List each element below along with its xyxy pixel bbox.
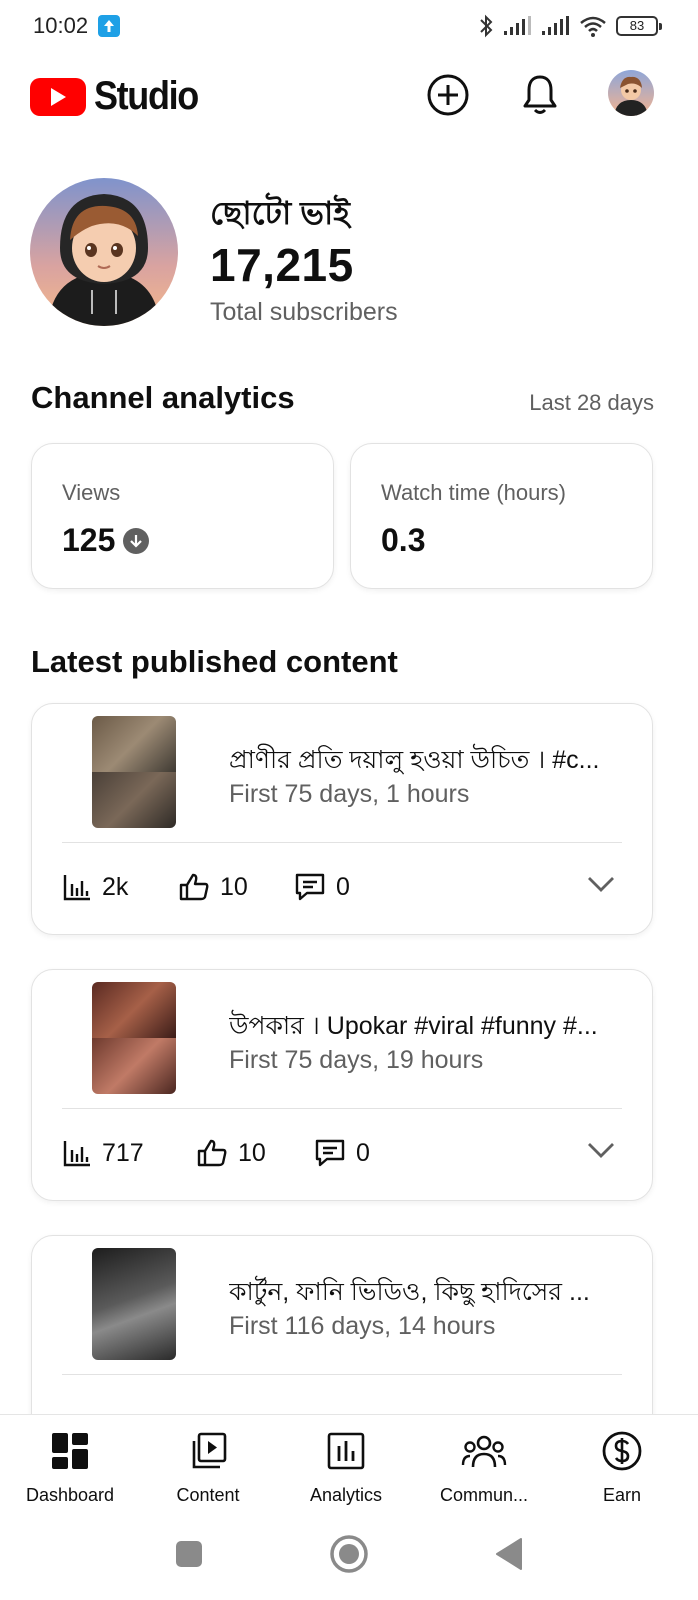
dashboard-icon [52,1433,88,1469]
metric-value: 0.3 [381,522,425,559]
watch-time-value: 0.3 [381,522,426,558]
square-icon [176,1541,202,1567]
video-stats: 717 10 0 [62,1138,370,1168]
bluetooth-icon [480,14,493,38]
status-bar: 10:02 83 [0,0,698,52]
nav-label: Content [176,1485,240,1505]
video-subtitle: First 75 days, 19 hours [229,1046,484,1074]
metric-label: Watch time (hours) [381,480,567,505]
nav-community[interactable]: Commun... [419,1427,549,1506]
nav-analytics[interactable]: Analytics [281,1427,411,1506]
views-count: 2k [102,872,129,901]
comments-stat: 0 [314,1138,370,1168]
divider [62,842,622,843]
create-icon [427,74,469,116]
youtube-play-icon [30,77,86,116]
notifications-bell-icon [523,75,557,114]
channel-avatar[interactable] [30,178,178,326]
subscriber-label: Total subscribers [210,298,398,326]
views-card[interactable]: Views 125 [31,443,334,589]
nav-content[interactable]: Content [143,1427,273,1506]
app-header: Studio [0,60,698,130]
system-navigation-bar [0,1520,698,1590]
likes-count: 10 [220,872,248,901]
content-card[interactable]: উপকার । Upokar #viral #funny #... First … [31,969,653,1201]
comments-stat: 0 [294,872,350,902]
video-title[interactable]: কার্টুন, ফানি ভিডিও, কিছু হাদিসের ... [229,1272,629,1315]
status-icons: 83 [478,12,662,40]
channel-name: ছোটো ভাই [210,195,350,231]
video-subtitle: First 75 days, 1 hours [229,780,470,808]
comment-icon [295,873,325,901]
views-value: 125 [62,522,116,558]
expand-button[interactable] [586,1140,616,1165]
create-button[interactable] [425,72,471,118]
chevron-down-icon [588,1143,614,1158]
thumbs-up-icon [197,1139,227,1167]
watch-time-card[interactable]: Watch time (hours) 0.3 [350,443,653,589]
nav-earn[interactable]: Earn [557,1427,687,1506]
likes-stat: 10 [196,1138,314,1168]
comments-count: 0 [356,1138,370,1167]
back-button[interactable] [489,1534,529,1574]
video-thumbnail [92,982,176,1094]
views-stat: 717 [62,1138,196,1168]
logo-text: Studio [94,74,199,118]
subscriber-count: 17,215 [210,239,354,291]
latest-content-title: Latest published content [31,644,398,679]
channel-analytics-title: Channel analytics [31,380,295,415]
earn-icon [602,1431,642,1471]
content-card[interactable]: প্রাণীর প্রতি দয়ালু হওয়া উচিত । #c... … [31,703,653,935]
back-triangle-icon [496,1538,522,1570]
chevron-down-icon [588,877,614,892]
battery-indicator: 83 [616,16,662,36]
signal-icon [504,16,531,35]
status-time: 10:02 [33,13,89,38]
views-bar-chart-icon [63,1141,90,1167]
comments-count: 0 [336,872,350,901]
youtube-studio-logo[interactable]: Studio [30,74,209,119]
analytics-icon [327,1432,365,1470]
metric-value: 125 [62,522,150,559]
community-icon [461,1435,507,1468]
nav-label: Dashboard [25,1485,115,1505]
views-stat: 2k [62,872,178,902]
nav-dashboard[interactable]: Dashboard [5,1427,135,1506]
recent-apps-button[interactable] [169,1534,209,1574]
video-subtitle: First 116 days, 14 hours [229,1312,496,1340]
upload-notification-icon [98,15,120,37]
home-circle-icon [330,1535,368,1573]
views-bar-chart-icon [63,875,90,901]
home-button[interactable] [329,1534,369,1574]
account-avatar[interactable] [608,70,654,116]
video-thumbnail [92,1248,176,1360]
wifi-icon [580,16,606,37]
comment-icon [315,1139,345,1167]
signal-icon-2 [542,16,569,35]
analytics-period: Last 28 days [529,390,654,415]
trend-down-icon [123,527,150,554]
content-icon [192,1432,227,1469]
divider [62,1108,622,1109]
nav-label: Commun... [439,1485,529,1505]
notifications-button[interactable] [517,72,563,118]
views-count: 717 [102,1138,144,1167]
nav-label: Analytics [309,1485,383,1505]
video-stats: 2k 10 0 [62,872,350,902]
video-title[interactable]: প্রাণীর প্রতি দয়ালু হওয়া উচিত । #c... [229,740,629,783]
video-title[interactable]: উপকার । Upokar #viral #funny #... [229,1006,629,1049]
divider [62,1374,622,1375]
metric-label: Views [62,480,121,505]
thumbs-up-icon [179,873,209,901]
nav-label: Earn [602,1485,642,1505]
likes-stat: 10 [178,872,294,902]
video-thumbnail [92,716,176,828]
likes-count: 10 [238,1138,266,1167]
expand-button[interactable] [586,874,616,899]
